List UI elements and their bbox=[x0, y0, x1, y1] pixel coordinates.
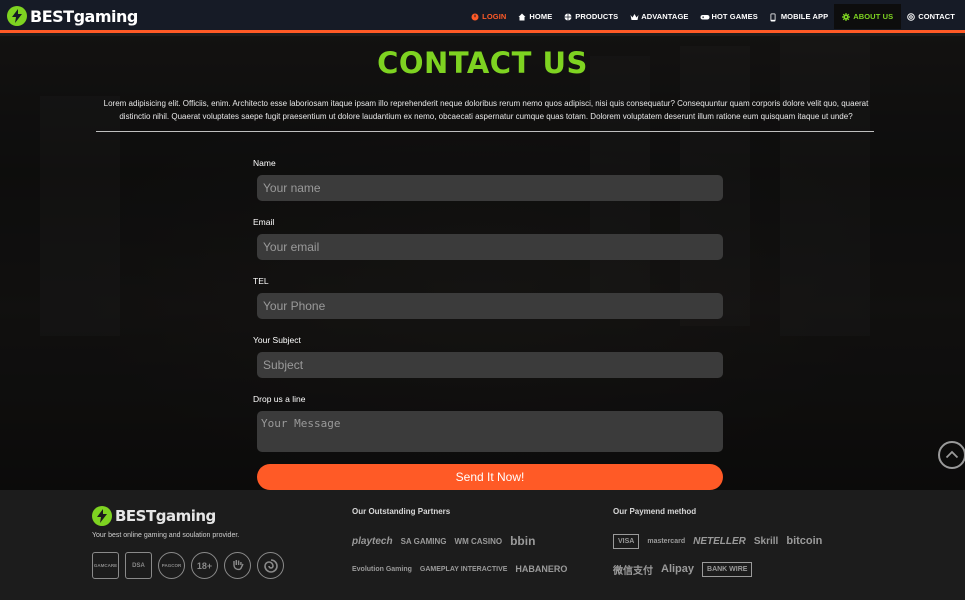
gear-icon bbox=[842, 12, 851, 21]
name-input[interactable] bbox=[257, 175, 723, 201]
partner-evolution: Evolution Gaming bbox=[352, 565, 412, 573]
gamcare-badge: GAMCARE bbox=[92, 552, 119, 579]
payment-alipay: Alipay bbox=[661, 563, 695, 575]
footer: BESTgaming Your best online gaming and s… bbox=[0, 490, 965, 600]
nav-about-us-label: ABOUT US bbox=[853, 12, 894, 21]
payment-skrill: Skrill bbox=[753, 535, 779, 547]
bolt-icon bbox=[7, 6, 27, 26]
partner-habanero: HABANERO bbox=[515, 564, 568, 574]
payment-logos: VISA mastercard NETELLER Skrill bitcoin … bbox=[613, 530, 843, 586]
pagcor-badge: PAGCOR bbox=[158, 552, 185, 579]
payment-bitcoin: bitcoin bbox=[786, 535, 823, 547]
brand-name: BESTgaming bbox=[30, 6, 138, 26]
bolt-icon bbox=[92, 506, 112, 526]
nav-advantage[interactable]: ADVANTAGE bbox=[624, 4, 694, 29]
nav-home-label: HOME bbox=[529, 12, 553, 21]
send-button[interactable]: Send It Now! bbox=[257, 464, 723, 490]
nav-products[interactable]: PRODUCTS bbox=[558, 4, 624, 29]
crown-icon bbox=[630, 13, 639, 21]
payment-visa: VISA bbox=[613, 533, 640, 549]
nav-contact-label: CONTACT bbox=[918, 12, 955, 21]
nav-hot-games-label: HOT GAMES bbox=[711, 12, 758, 21]
message-label: Drop us a line bbox=[253, 394, 306, 404]
nav-mobile-app-label: MOBILE APP bbox=[780, 12, 829, 21]
footer-brand-name: BESTgaming bbox=[115, 507, 216, 525]
partner-playtech: playtech bbox=[352, 535, 393, 547]
nav-products-label: PRODUCTS bbox=[575, 12, 619, 21]
payment-neteller: NETELLER bbox=[693, 535, 746, 547]
divider bbox=[96, 131, 874, 132]
dsa-badge: DSA bbox=[125, 552, 152, 579]
page-title: CONTACT US bbox=[377, 46, 588, 80]
nav-contact[interactable]: CONTACT bbox=[901, 4, 961, 29]
nav-hot-games[interactable]: HOT GAMES bbox=[694, 4, 763, 29]
payment-wechat: 微信支付 bbox=[613, 565, 653, 577]
gamepad-icon bbox=[700, 13, 710, 21]
partner-wm-casino: WM CASINO bbox=[454, 536, 503, 546]
email-input[interactable] bbox=[257, 234, 723, 260]
swirl-icon bbox=[257, 552, 284, 579]
mobile-icon bbox=[770, 13, 778, 21]
main-nav: LOGIN HOME PRODUCTS ADVANTAGE HOT GAMES … bbox=[465, 4, 961, 29]
partner-gameplay: GAMEPLAY INTERACTIVE bbox=[419, 565, 508, 573]
email-label: Email bbox=[253, 217, 275, 227]
nav-advantage-label: ADVANTAGE bbox=[641, 12, 689, 21]
subject-input[interactable] bbox=[257, 352, 723, 378]
payment-mastercard: mastercard bbox=[647, 537, 686, 545]
home-icon bbox=[518, 13, 526, 21]
scroll-to-top-button[interactable] bbox=[938, 441, 965, 469]
brand-logo[interactable]: BESTgaming bbox=[7, 5, 138, 27]
footer-logo[interactable]: BESTgaming bbox=[92, 506, 216, 526]
age-18-badge: 18+ bbox=[191, 552, 218, 579]
nav-login-label: LOGIN bbox=[482, 12, 507, 21]
subject-label: Your Subject bbox=[253, 335, 301, 345]
partners-logos: playtech SA GAMING WM CASINO bbin Evolut… bbox=[352, 530, 582, 586]
partner-bbin: bbin bbox=[510, 534, 536, 548]
at-icon bbox=[907, 12, 915, 21]
nav-about-us[interactable]: ABOUT US bbox=[834, 4, 902, 29]
nav-login[interactable]: LOGIN bbox=[465, 4, 512, 29]
chevron-up-icon bbox=[945, 446, 959, 464]
hand-stop-icon bbox=[224, 552, 251, 579]
navbar: BESTgaming LOGIN HOME PRODUCTS ADVANTAGE… bbox=[0, 0, 965, 33]
payment-bank-wire: BANK WIRE bbox=[702, 561, 753, 577]
contact-section: CONTACT US Lorem adipisicing elit. Offic… bbox=[0, 36, 965, 490]
tel-label: TEL bbox=[253, 276, 269, 286]
partner-sa-gaming: SA GAMING bbox=[400, 536, 447, 546]
name-label: Name bbox=[253, 158, 276, 168]
phone-input[interactable] bbox=[257, 293, 723, 319]
globe-icon bbox=[564, 13, 572, 21]
nav-home[interactable]: HOME bbox=[512, 4, 558, 29]
footer-tagline: Your best online gaming and soulation pr… bbox=[92, 532, 240, 539]
message-textarea[interactable] bbox=[257, 411, 723, 452]
power-icon bbox=[471, 13, 479, 21]
partners-heading: Our Outstanding Partners bbox=[352, 507, 451, 516]
compliance-badges: GAMCARE DSA PAGCOR 18+ bbox=[92, 552, 284, 579]
payments-heading: Our Paymend method bbox=[613, 507, 697, 516]
contact-description: Lorem adipisicing elit. Officiis, enim. … bbox=[103, 99, 869, 121]
nav-mobile-app[interactable]: MOBILE APP bbox=[764, 4, 834, 29]
